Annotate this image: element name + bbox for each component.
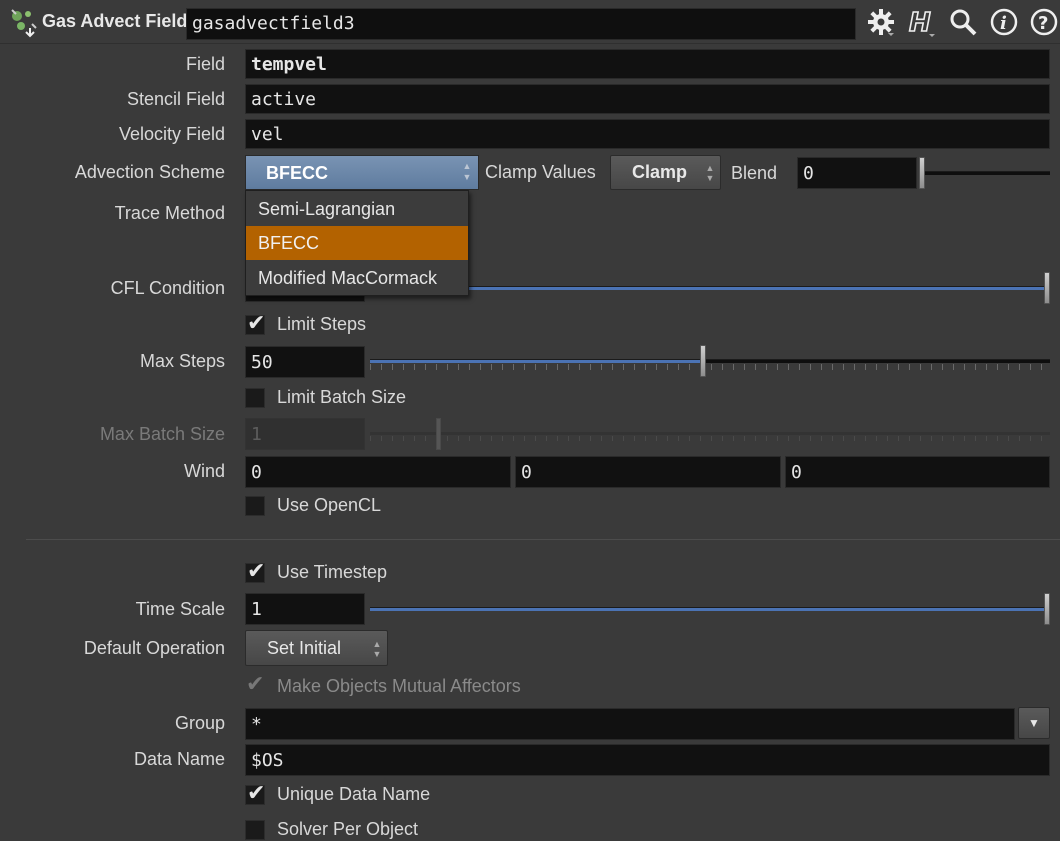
max-batch-size-input[interactable]: 1 bbox=[245, 418, 365, 450]
time-scale-input[interactable]: 1 bbox=[245, 593, 365, 625]
trace-method-label: Trace Method bbox=[114, 203, 225, 223]
max-batch-size-ticks bbox=[370, 436, 1050, 441]
max-steps-label: Max Steps bbox=[139, 351, 225, 371]
mutual-affectors-checkbox[interactable]: ✔ bbox=[245, 672, 265, 697]
default-operation-menu[interactable]: Set Initial ▲ ▼ bbox=[245, 630, 388, 666]
max-steps-ticks bbox=[370, 364, 1050, 370]
solver-per-object-label: Solver Per Object bbox=[277, 819, 419, 839]
unique-data-name-checkbox[interactable]: ✔ bbox=[245, 781, 265, 806]
limit-steps-checkbox[interactable]: ✔ bbox=[245, 311, 265, 336]
time-scale-slider-handle[interactable] bbox=[1044, 593, 1050, 625]
group-label: Group bbox=[174, 713, 225, 733]
cfl-condition-label: CFL Condition bbox=[110, 278, 225, 298]
clamp-values-menu[interactable]: Clamp ▲ ▼ bbox=[610, 155, 721, 190]
advection-scheme-value: BFECC bbox=[266, 163, 328, 183]
max-batch-size-slider-handle[interactable] bbox=[436, 418, 441, 450]
blend-slider-track[interactable] bbox=[925, 171, 1050, 175]
advection-scheme-dropdown: Semi-Lagrangian BFECC Modified MacCormac… bbox=[245, 190, 469, 296]
time-scale-label: Time Scale bbox=[135, 599, 225, 619]
group-menu-button[interactable]: ▼ bbox=[1018, 707, 1050, 739]
updown-arrows-icon: ▲ ▼ bbox=[705, 163, 715, 183]
advection-scheme-menu[interactable]: BFECC ▲ ▼ bbox=[245, 155, 479, 190]
gear-icon[interactable] bbox=[864, 5, 898, 39]
field-label: Field bbox=[185, 54, 225, 74]
solver-per-object-checkbox[interactable] bbox=[245, 820, 265, 840]
updown-arrows-icon: ▲ ▼ bbox=[462, 161, 472, 182]
max-batch-size-label: Max Batch Size bbox=[99, 424, 225, 444]
default-operation-value: Set Initial bbox=[267, 638, 342, 658]
unique-data-name-label: Unique Data Name bbox=[277, 784, 431, 804]
use-timestep-checkbox[interactable]: ✔ bbox=[245, 559, 265, 584]
wind-z-input[interactable]: 0 bbox=[785, 456, 1050, 488]
dropdown-option-modified-maccormack[interactable]: Modified MacCormack bbox=[246, 261, 468, 295]
check-mark-icon: ✔ bbox=[247, 311, 266, 336]
dropdown-option-bfecc[interactable]: BFECC bbox=[246, 226, 468, 260]
max-steps-input[interactable]: 50 bbox=[245, 346, 365, 378]
cfl-slider-fill bbox=[370, 287, 1050, 290]
clamp-values-label: Clamp Values bbox=[485, 162, 596, 182]
max-batch-size-slider-track[interactable] bbox=[370, 432, 1050, 435]
blend-input[interactable]: 0 bbox=[797, 157, 917, 189]
wind-y-input[interactable]: 0 bbox=[515, 456, 781, 488]
data-name-input[interactable]: $OS bbox=[245, 744, 1050, 776]
time-scale-slider-track[interactable] bbox=[370, 607, 1050, 611]
wind-x-input[interactable]: 0 bbox=[245, 456, 511, 488]
time-scale-slider-fill bbox=[370, 608, 1050, 611]
wind-label: Wind bbox=[183, 461, 225, 481]
check-mark-icon: ✔ bbox=[247, 559, 266, 584]
dropdown-option-semi-lagrangian[interactable]: Semi-Lagrangian bbox=[246, 192, 468, 226]
stencil-field-input[interactable]: active bbox=[245, 84, 1050, 114]
svg-text:H: H bbox=[909, 8, 931, 38]
check-mark-icon: ✔ bbox=[247, 781, 266, 806]
chevron-down-icon: ▼ bbox=[1028, 716, 1040, 730]
group-input[interactable]: * bbox=[245, 708, 1015, 740]
velocity-field-label: Velocity Field bbox=[118, 124, 225, 144]
max-steps-slider-handle[interactable] bbox=[700, 345, 706, 377]
header-bar: Gas Advect Field gasadvectfield3 H i ? bbox=[0, 0, 1060, 44]
section-separator bbox=[26, 539, 1060, 540]
blend-label: Blend bbox=[731, 163, 778, 183]
search-icon[interactable] bbox=[946, 5, 980, 39]
clamp-values-value: Clamp bbox=[632, 162, 688, 182]
use-opencl-checkbox[interactable] bbox=[245, 496, 265, 516]
velocity-field-input[interactable]: vel bbox=[245, 119, 1050, 149]
svg-text:?: ? bbox=[1038, 13, 1048, 34]
default-operation-label: Default Operation bbox=[83, 638, 225, 658]
max-steps-slider-fill bbox=[370, 360, 704, 363]
node-type-icon bbox=[8, 6, 38, 38]
updown-arrows-icon: ▲ ▼ bbox=[372, 639, 382, 659]
question-icon[interactable]: ? bbox=[1027, 5, 1060, 39]
advection-scheme-label: Advection Scheme bbox=[74, 162, 225, 182]
cfl-slider-handle[interactable] bbox=[1044, 272, 1050, 304]
cfl-slider-track[interactable] bbox=[370, 286, 1050, 290]
mutual-affectors-label: Make Objects Mutual Affectors bbox=[277, 676, 521, 696]
check-mark-icon: ✔ bbox=[246, 672, 265, 697]
limit-steps-label: Limit Steps bbox=[277, 314, 367, 334]
info-icon[interactable]: i bbox=[987, 5, 1021, 39]
use-opencl-label: Use OpenCL bbox=[277, 495, 382, 515]
stencil-field-label: Stencil Field bbox=[126, 89, 225, 109]
node-name-input[interactable]: gasadvectfield3 bbox=[186, 8, 856, 40]
limit-batch-size-label: Limit Batch Size bbox=[277, 387, 407, 407]
node-type-label: Gas Advect Field bbox=[42, 11, 188, 31]
limit-batch-size-checkbox[interactable] bbox=[245, 388, 265, 408]
data-name-label: Data Name bbox=[133, 749, 225, 769]
blend-slider-handle[interactable] bbox=[919, 157, 925, 189]
svg-text:i: i bbox=[1000, 13, 1007, 34]
max-steps-slider-track[interactable] bbox=[370, 359, 1050, 363]
use-timestep-label: Use Timestep bbox=[277, 562, 388, 582]
help-h-icon[interactable]: H bbox=[904, 5, 938, 39]
field-input[interactable]: tempvel bbox=[245, 49, 1050, 79]
